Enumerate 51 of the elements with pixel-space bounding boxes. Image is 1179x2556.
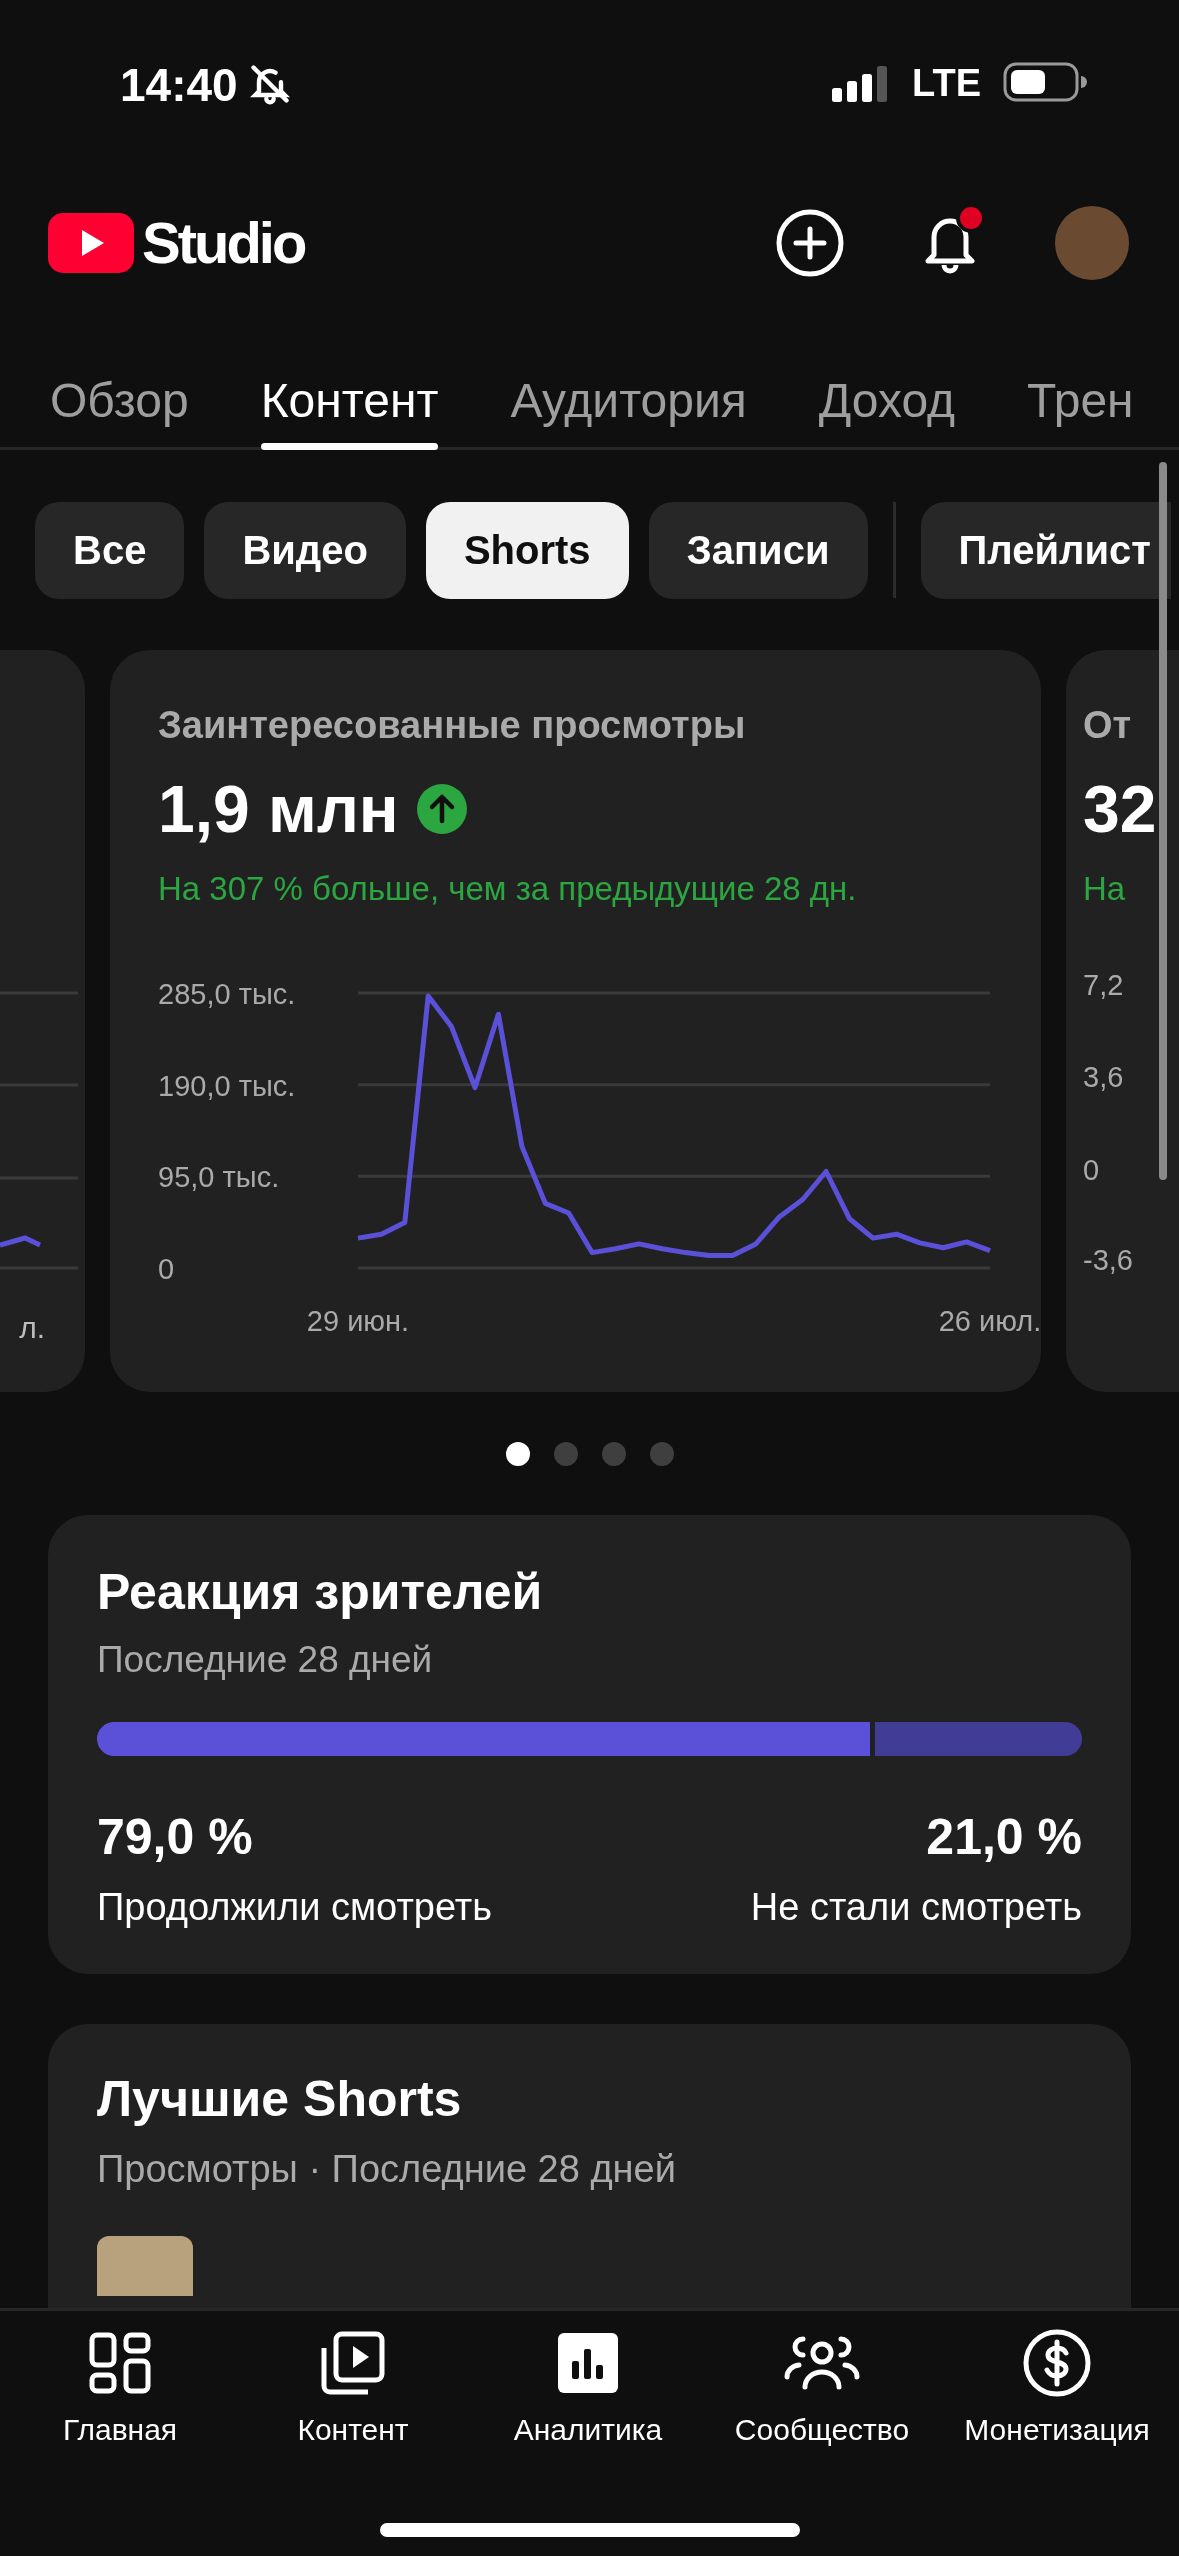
logo-text: Studio [142, 213, 305, 272]
card-subtitle: Просмотры · Последние 28 дней [97, 2150, 677, 2188]
metric-value: 1,9 млн [158, 776, 399, 842]
filter-chip[interactable]: Видео [204, 501, 406, 599]
filter-chip[interactable]: Плейлист [920, 501, 1171, 599]
change-text: На 307 % больше, чем за предыдущие 28 дн. [158, 872, 858, 905]
y-axis-label: -3,6 [1083, 1246, 1133, 1275]
nav-item[interactable]: Монетизация [942, 2325, 1172, 2445]
x-axis-label: 29 июн. [306, 1305, 410, 1337]
y-axis-label: 0 [1083, 1156, 1100, 1185]
percent-value: 79,0 % [97, 1812, 253, 1862]
percent-label: Продолжили смотреть [97, 1888, 493, 1926]
filter-chip[interactable]: Записи [648, 501, 868, 599]
metric-title: Заинтересованные просмотры [158, 706, 747, 744]
card-title: Реакция зрителей [97, 1567, 544, 1617]
filter-chip[interactable]: Все [35, 501, 185, 599]
next-card[interactable]: От 32 На 7,2 3,6 0 -3,6 [1066, 650, 1179, 1392]
axis-label: л. [19, 1310, 45, 1346]
card-title: Лучшие Shorts [97, 2074, 463, 2124]
tab[interactable]: Доход [818, 377, 956, 447]
y-axis-label: 7,2 [1083, 971, 1124, 1000]
battery-icon [1003, 62, 1087, 102]
nav-item[interactable]: Главная [5, 2325, 235, 2445]
card-subtitle: Последние 28 дней [97, 1641, 434, 1678]
tab[interactable]: Аудитория [510, 377, 747, 447]
percent-value: 21,0 % [926, 1812, 1082, 1862]
network-type: LTE [912, 64, 981, 102]
tab[interactable]: Трен [1027, 377, 1134, 447]
nav-item[interactable]: Контент [238, 2325, 468, 2445]
nav-item[interactable]: Сообщество [707, 2325, 937, 2445]
y-axis-label: 95,0 тыс. [158, 1161, 280, 1194]
y-axis-label: 3,6 [1083, 1063, 1124, 1092]
change-text: На [1083, 872, 1127, 905]
filter-chip[interactable]: Shorts [425, 501, 629, 599]
y-axis-label: 190,0 тыс. [158, 1069, 296, 1102]
metric-title: От [1083, 706, 1133, 744]
percent-label: Не стали смотреть [750, 1888, 1082, 1926]
metric-card[interactable]: Заинтересованные просмотры 1,9 млн На 307 % больше, чем за предыдущие 28 дн. 285,0 тыс. 190,0 тыс. 95,0 тыс. 0 29 июн. 26 июл. [110, 650, 1041, 1392]
previous-card[interactable]: л. [0, 650, 85, 1392]
tab[interactable]: Контент [260, 377, 439, 447]
play-logo-icon [48, 212, 134, 273]
x-axis-label: 26 июл. [938, 1305, 1041, 1337]
metric-value: 32 [1083, 776, 1158, 842]
y-axis-label: 0 [158, 1253, 175, 1285]
thumbnail-placeholder[interactable] [97, 2236, 193, 2296]
line-fragment [0, 1235, 42, 1248]
add-icon[interactable] [776, 208, 844, 277]
nav-item[interactable]: Аналитика [473, 2325, 703, 2445]
tab[interactable]: Обзор [50, 377, 189, 447]
y-axis-label: 285,0 тыс. [158, 978, 296, 1010]
status-time: 14:40 [120, 62, 238, 108]
